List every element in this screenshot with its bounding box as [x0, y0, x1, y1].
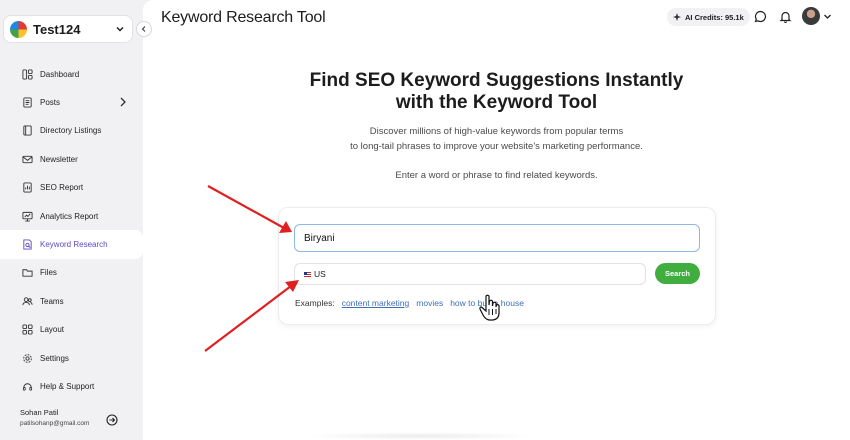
sidebar-item-keyword-research[interactable]: Keyword Research — [0, 230, 143, 259]
sidebar-item-newsletter[interactable]: Newsletter — [0, 145, 143, 173]
sidebar-item-label: Files — [40, 268, 57, 278]
ai-credits-badge[interactable]: AI Credits: 95.1k — [667, 8, 750, 26]
sidebar-item-teams[interactable]: Teams — [0, 287, 143, 315]
us-flag-icon — [304, 271, 311, 277]
chat-icon[interactable] — [754, 10, 767, 23]
directory-icon — [23, 125, 32, 137]
workspace-switcher[interactable]: Test124 — [3, 15, 133, 43]
avatar[interactable] — [802, 7, 820, 25]
chevron-down-icon — [114, 23, 126, 35]
bell-icon[interactable] — [779, 10, 792, 23]
main-content: Keyword Research Tool AI Credits: 95.1k … — [143, 0, 850, 440]
examples-label: Examples: — [295, 298, 335, 308]
workspace-name: Test124 — [33, 21, 81, 37]
ai-credits-text: AI Credits: 95.1k — [685, 12, 744, 22]
sidebar-item-settings[interactable]: Settings — [0, 344, 143, 372]
sidebar-item-seo-report[interactable]: SEO Report — [0, 174, 143, 202]
bottom-shadow — [300, 432, 540, 440]
hero-hint: Enter a word or phrase to find related k… — [395, 170, 598, 181]
sidebar-item-label: SEO Report — [40, 183, 84, 193]
report-icon — [23, 182, 32, 193]
folder-icon — [22, 269, 33, 278]
sidebar-item-label: Directory Listings — [40, 126, 102, 136]
sidebar-item-label: Teams — [40, 296, 64, 306]
sidebar-item-label: Analytics Report — [40, 211, 99, 221]
sidebar-item-dashboard[interactable]: Dashboard — [0, 60, 143, 88]
sidebar-item-label: Keyword Research — [40, 240, 108, 250]
chevron-down-icon[interactable] — [823, 12, 832, 21]
sidebar-nav: Dashboard Posts Directory Listings Newsl… — [0, 60, 143, 401]
collapse-sidebar-button[interactable] — [136, 21, 152, 37]
hero-title: Find SEO Keyword Suggestions Instantly w… — [309, 70, 684, 113]
sidebar-item-layout[interactable]: Layout — [0, 316, 143, 344]
sidebar-item-label: Newsletter — [40, 154, 78, 164]
posts-icon — [23, 97, 32, 108]
chevron-left-icon — [141, 26, 146, 32]
sidebar-item-label: Layout — [40, 325, 65, 335]
sidebar-item-files[interactable]: Files — [0, 259, 143, 287]
sidebar-item-label: Dashboard — [40, 69, 80, 79]
help-icon — [22, 383, 33, 391]
page-title: Keyword Research Tool — [161, 9, 326, 26]
workspace-logo-icon — [10, 20, 27, 38]
chevron-right-icon — [120, 97, 126, 107]
sidebar-item-directory-listings[interactable]: Directory Listings — [0, 117, 143, 145]
example-link[interactable]: movies — [416, 298, 443, 308]
teams-icon — [22, 297, 33, 306]
hero-subtitle: Discover millions of high-value keywords… — [350, 126, 643, 152]
sidebar: Test124 Dashboard Posts Directory Listin… — [0, 0, 143, 440]
logout-icon[interactable] — [106, 414, 118, 426]
sparkle-icon — [673, 13, 681, 21]
country-value: US — [314, 269, 326, 279]
mail-icon — [22, 155, 33, 164]
sidebar-item-analytics-report[interactable]: Analytics Report — [0, 202, 143, 230]
hand-cursor-icon — [479, 294, 500, 321]
dashboard-icon — [22, 69, 33, 80]
country-select[interactable]: US — [294, 263, 646, 285]
keyword-icon — [23, 239, 32, 250]
sidebar-item-posts[interactable]: Posts — [0, 88, 143, 116]
sidebar-item-help-support[interactable]: Help & Support — [0, 372, 143, 400]
keyword-input[interactable] — [294, 224, 700, 252]
example-link[interactable]: content marketing — [342, 298, 410, 308]
gear-icon — [23, 353, 32, 363]
sidebar-item-label: Posts — [40, 98, 61, 108]
sidebar-item-label: Settings — [40, 353, 69, 363]
sidebar-item-label: Help & Support — [40, 381, 95, 391]
layout-icon — [22, 324, 33, 335]
search-button[interactable]: Search — [655, 263, 700, 284]
analytics-icon — [22, 211, 33, 222]
